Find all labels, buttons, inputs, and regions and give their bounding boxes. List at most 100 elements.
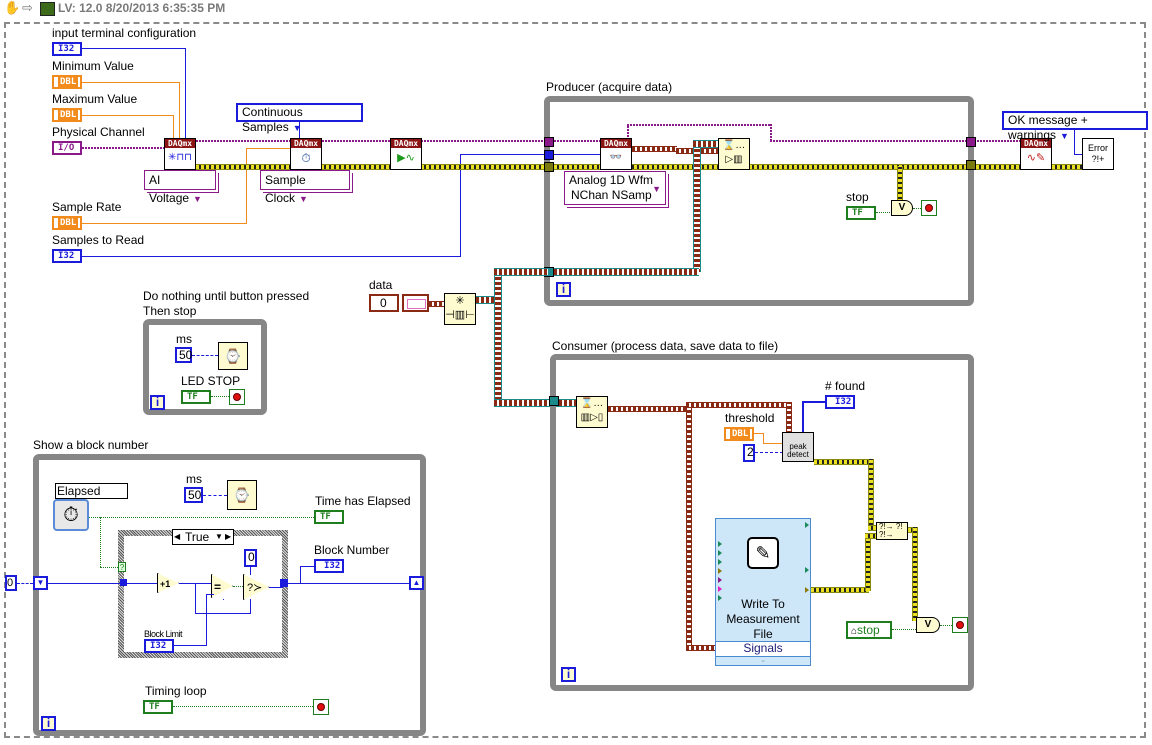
threshold-label: threshold [725,411,775,425]
error-wire [897,166,903,202]
producer-stop-button[interactable]: TF [846,206,876,220]
time-has-elapsed-label: Time has Elapsed [315,494,411,508]
block-loop-condition[interactable] [313,699,329,715]
sample-clock-ring[interactable]: Sample Clock ▼ [260,170,350,205]
led-stop-button[interactable]: TF [181,390,211,404]
time-has-elapsed-indicator: TF [314,510,344,524]
expand-chevron-icon[interactable]: ⌄ [716,656,810,664]
create-channel-icon: ✳⊓⊓ [168,152,192,163]
block-limit-control[interactable]: I32 [144,639,174,653]
consumer-loop-condition[interactable] [952,617,968,633]
wire [288,583,409,584]
hand-tool-icon[interactable]: ✋ [4,0,20,16]
obtain-queue-icon: ✳ ⊣▥⊢ [445,295,475,321]
increment-arrow-icon[interactable]: ▶ [225,530,231,544]
ring-text: AI Voltage [149,173,190,205]
wire [195,613,250,614]
wire [48,583,121,584]
wire [246,148,247,224]
block-loop-label: Show a block number [33,438,149,452]
peak-detector-vi[interactable]: peak detect [782,432,814,462]
wire [185,48,186,140]
analog-1d-wfm-ring[interactable]: Analog 1D Wfm NChan NSamp ▼ [564,171,666,205]
task-out-tunnel [966,137,976,147]
waveform-wire [608,406,688,412]
wire [300,566,301,583]
ai-voltage-ring[interactable]: AI Voltage ▼ [144,170,216,205]
wire [206,594,207,646]
output-terminal [805,522,809,528]
elapsed-time-express-vi[interactable]: ⏱ [53,499,89,531]
threshold-control[interactable]: DBL [724,427,754,441]
physical-channel-control[interactable]: I/O [52,141,82,155]
waveform-wire [429,301,445,307]
sample-mode-enum[interactable]: Continuous Samples ▼ [236,103,363,134]
signals-input[interactable]: Signals [716,641,810,657]
wire [300,566,314,567]
label-input-terminal-configuration: input terminal configuration [52,26,197,40]
zero-constant[interactable]: 0 [244,549,257,567]
daqmx-timing-vi[interactable]: DAQmx ⏱ [290,138,322,170]
local-variable-name: stop [857,623,880,637]
input-terminal [718,568,722,574]
wire [82,256,461,257]
sample-rate-control[interactable]: DBL [52,216,82,230]
wire [763,443,783,444]
maximum-value-control[interactable]: DBL [52,108,82,122]
dropdown-arrow-icon[interactable]: ▼ [215,530,223,544]
write-file-icon: ✎ [747,537,779,569]
input-terminal-configuration-control[interactable]: I32 [52,42,82,56]
write-to-measurement-file-express-vi[interactable]: ✎ Write To Measurement File Signals ⌄ [715,518,811,666]
wire [100,517,101,567]
stop-local-variable[interactable]: ⌂stop [846,621,892,639]
input-terminal [718,559,722,565]
wire [17,583,33,584]
idle-loop-label-line1: Do nothing until button pressed [143,289,310,303]
dequeue-element-node[interactable]: ⌛… ▥▷▯ [576,396,608,428]
case-tunnel-out [280,579,288,587]
timing-loop-button[interactable]: TF [143,700,173,714]
input-terminal [718,586,722,592]
simple-error-handler-vi[interactable]: Error ?!+ [1082,138,1114,170]
idle-loop-condition[interactable] [229,389,245,405]
iteration-terminal: i [556,282,571,297]
task-wire [770,124,772,141]
enqueue-element-node[interactable]: ⌛… ▷▥ [718,138,750,170]
wire [206,594,214,595]
enqueue-icon: ⌛… ▷▥ [722,140,746,165]
samples-to-read-control[interactable]: I32 [52,249,82,263]
daqmx-start-task-vi[interactable]: DAQmx ▶∿ [390,138,422,170]
run-arrow-icon[interactable]: ⇨ [22,0,33,16]
merge-errors-function: ?!→ ?! ?!→ [876,522,908,540]
iteration-terminal: i [561,667,576,682]
decrement-arrow-icon[interactable]: ◀ [174,530,180,544]
input-terminal [718,595,722,601]
waveform-constant[interactable] [402,294,429,312]
producer-loop-condition[interactable] [921,200,937,216]
ring-text-line2: NChan NSamp [571,188,652,202]
wire [211,396,229,397]
minimum-value-control[interactable]: DBL [52,75,82,89]
error-dialog-mode-enum[interactable]: OK message + warnings ▼ [1002,111,1148,142]
wire [192,355,218,356]
dropdown-arrow-icon: ▼ [1060,131,1069,141]
obtain-queue-node[interactable]: ✳ ⊣▥⊢ [444,293,476,325]
wire [876,212,892,213]
clock-icon: ⏱ [301,151,311,165]
case-selector[interactable]: ◀ True ▼ ▶ [172,529,234,545]
input-terminal [718,577,722,583]
dropdown-arrow-icon: ▼ [193,194,202,204]
shift-register-init-constant[interactable]: 0 [5,575,17,591]
error-tunnel [544,162,554,172]
block-ms-constant[interactable]: 50 [184,487,203,503]
label-physical-channel: Physical Channel [52,125,145,139]
idle-ms-constant[interactable]: 50 [175,347,192,363]
width-constant[interactable]: 2 [743,444,755,462]
daqmx-create-channel-vi[interactable]: DAQmx ✳⊓⊓ [164,138,196,170]
error-wire [196,164,548,170]
error-wire [814,459,872,465]
data-array-constant[interactable]: 0 [369,294,399,312]
daqmx-read-vi[interactable]: DAQmx 👓 [600,138,632,170]
wmf-title: Write To Measurement File [726,597,800,641]
led-stop-label: LED STOP [181,374,241,388]
